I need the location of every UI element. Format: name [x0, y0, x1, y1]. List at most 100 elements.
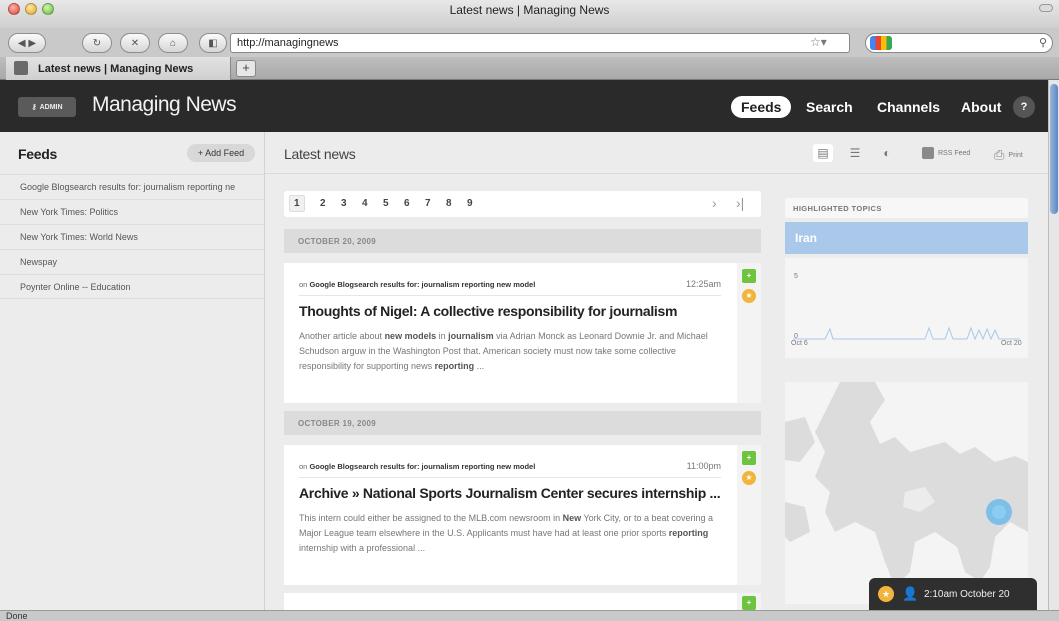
new-tab-button[interactable]: + — [236, 60, 256, 77]
reload-icon: ↻ — [92, 37, 102, 49]
list-view-icon: ▤ — [817, 146, 829, 160]
feed-item[interactable]: New York Times: Politics — [0, 199, 264, 224]
last-page-button[interactable]: ›| — [736, 195, 744, 211]
nav-channels[interactable]: Channels — [877, 96, 940, 118]
page-link[interactable]: 3 — [341, 198, 347, 209]
item-body: Another article about new models in jour… — [299, 331, 708, 371]
source-link[interactable]: Google Blogsearch results for: journalis… — [309, 462, 535, 471]
item-body: This intern could either be assigned to … — [299, 513, 714, 553]
sparkline-chart — [793, 326, 1020, 341]
view-map-button[interactable]: ◐ — [877, 144, 897, 162]
nav-about[interactable]: About — [961, 96, 1001, 118]
next-page-button[interactable]: › — [712, 195, 717, 211]
reload-button[interactable]: ↻ — [82, 33, 112, 53]
forward-icon[interactable]: ▶ — [28, 38, 36, 49]
world-map-image — [785, 382, 1028, 604]
page-scrollbar[interactable] — [1048, 80, 1059, 610]
view-compact-button[interactable]: ☰ — [845, 144, 865, 162]
url-input[interactable]: http://managingnews — [230, 33, 850, 53]
item-time: 11:00pm — [686, 461, 721, 471]
news-item[interactable] — [284, 593, 737, 610]
user-icon: 👤 — [902, 586, 919, 601]
divider — [299, 477, 721, 478]
activity-notification[interactable]: ★ 👤 2:10am October 20 — [869, 578, 1037, 610]
feed-item[interactable]: New York Times: World News — [0, 224, 264, 249]
add-to-channel-icon[interactable]: + — [742, 269, 756, 283]
main-header: Latest news ▤ ☰ ◐ RSS Feed ⎙ Print — [265, 132, 1048, 174]
status-text: Done — [6, 611, 28, 621]
add-feed-button[interactable]: + Add Feed — [187, 144, 255, 162]
tab-favicon-icon — [14, 61, 28, 75]
scrollbar-thumb[interactable] — [1050, 84, 1058, 214]
rss-icon — [922, 147, 934, 159]
highlighted-topics: HIGHLIGHTED TOPICS Iran 5 0 Oct 6 Oct 20 — [785, 198, 1028, 610]
nav-feeds[interactable]: Feeds — [731, 96, 792, 118]
page-link[interactable]: 6 — [404, 198, 410, 209]
star-icon[interactable]: ★ — [742, 471, 756, 485]
browser-tab[interactable]: Latest news | Managing News — [6, 57, 231, 80]
page-link[interactable]: 4 — [362, 198, 368, 209]
page-link[interactable]: 2 — [320, 198, 326, 209]
page-link[interactable]: 7 — [425, 198, 431, 209]
star-icon[interactable]: ★ — [742, 289, 756, 303]
item-time: 12:25am — [685, 279, 721, 289]
stop-button[interactable]: ✕ — [120, 33, 150, 53]
globe-icon: ◐ — [883, 146, 891, 160]
page-title: Latest news — [284, 146, 356, 162]
main-content: Latest news ▤ ☰ ◐ RSS Feed ⎙ Print 1 2 3… — [265, 132, 1048, 610]
add-to-channel-icon[interactable]: + — [742, 596, 756, 610]
site-identity-button[interactable]: ◧ — [199, 33, 227, 53]
nav-search[interactable]: Search — [806, 96, 853, 118]
search-icon[interactable]: ⚲ — [1039, 36, 1047, 49]
favicon-icon: ◧ — [208, 37, 218, 49]
page-link[interactable]: 9 — [467, 198, 473, 209]
notification-text: 2:10am October 20 — [924, 588, 1010, 600]
item-title[interactable]: Thoughts of Nigel: A collective responsi… — [299, 303, 729, 319]
source-link[interactable]: Google Blogsearch results for: journalis… — [309, 280, 535, 289]
page-link[interactable]: 5 — [383, 198, 389, 209]
home-button[interactable]: ⌂ — [158, 33, 188, 53]
rss-label: RSS Feed — [938, 149, 971, 157]
news-item[interactable]: on Google Blogsearch results for: journa… — [284, 263, 737, 403]
topic-sparkline: 5 0 Oct 6 Oct 20 — [785, 258, 1028, 358]
page-link[interactable]: 8 — [446, 198, 452, 209]
print-button[interactable]: ⎙ Print — [994, 147, 1023, 163]
google-icon[interactable] — [870, 36, 892, 50]
back-forward-buttons[interactable]: ◀ ▶ — [8, 33, 46, 53]
site-name[interactable]: Managing News — [92, 93, 237, 117]
printer-icon: ⎙ — [994, 147, 1005, 162]
window-title: Latest news | Managing News — [449, 3, 610, 17]
view-list-button[interactable]: ▤ — [813, 144, 833, 162]
print-label: Print — [1008, 151, 1023, 159]
toolbar-toggle-button[interactable] — [1039, 4, 1053, 12]
feed-item[interactable]: Newspay — [0, 249, 264, 274]
stop-icon: ✕ — [130, 37, 140, 49]
compact-view-icon: ☰ — [849, 146, 861, 160]
add-to-channel-icon[interactable]: + — [742, 451, 756, 465]
topic-map[interactable] — [785, 382, 1028, 604]
feed-item[interactable]: Poynter Online -- Education — [0, 274, 264, 299]
site-header: ⚷ ADMIN Managing News Feeds Search Chann… — [0, 80, 1048, 132]
pagination: 1 2 3 4 5 6 7 8 9 › ›| — [284, 191, 761, 217]
item-source: on Google Blogsearch results for: journa… — [299, 462, 536, 471]
date-header: OCTOBER 19, 2009 — [284, 411, 761, 435]
bookmark-star-icon[interactable]: ☆▾ — [810, 35, 827, 49]
feeds-sidebar: Feeds + Add Feed Google Blogsearch resul… — [0, 132, 265, 610]
back-icon[interactable]: ◀ — [18, 38, 26, 49]
window-titlebar: Latest news | Managing News — [0, 0, 1059, 28]
news-item[interactable]: on Google Blogsearch results for: journa… — [284, 445, 737, 585]
key-icon: ⚷ — [31, 104, 37, 111]
topic-item[interactable]: Iran — [785, 222, 1028, 254]
help-button[interactable]: ? — [1013, 96, 1035, 118]
search-input[interactable]: ⚲ — [865, 33, 1053, 53]
feed-item[interactable]: Google Blogsearch results for: journalis… — [0, 174, 264, 199]
admin-button[interactable]: ⚷ ADMIN — [18, 97, 76, 117]
status-bar: Done — [0, 610, 1059, 621]
item-actions: + ★ — [737, 445, 761, 585]
item-title[interactable]: Archive » National Sports Journalism Cen… — [299, 485, 729, 501]
home-icon: ⌂ — [169, 37, 177, 49]
sidebar-title: Feeds — [18, 146, 57, 162]
tab-strip: Latest news | Managing News + — [0, 57, 1059, 80]
page-link[interactable]: 1 — [289, 195, 305, 212]
rss-feed-button[interactable]: RSS Feed — [922, 147, 970, 159]
